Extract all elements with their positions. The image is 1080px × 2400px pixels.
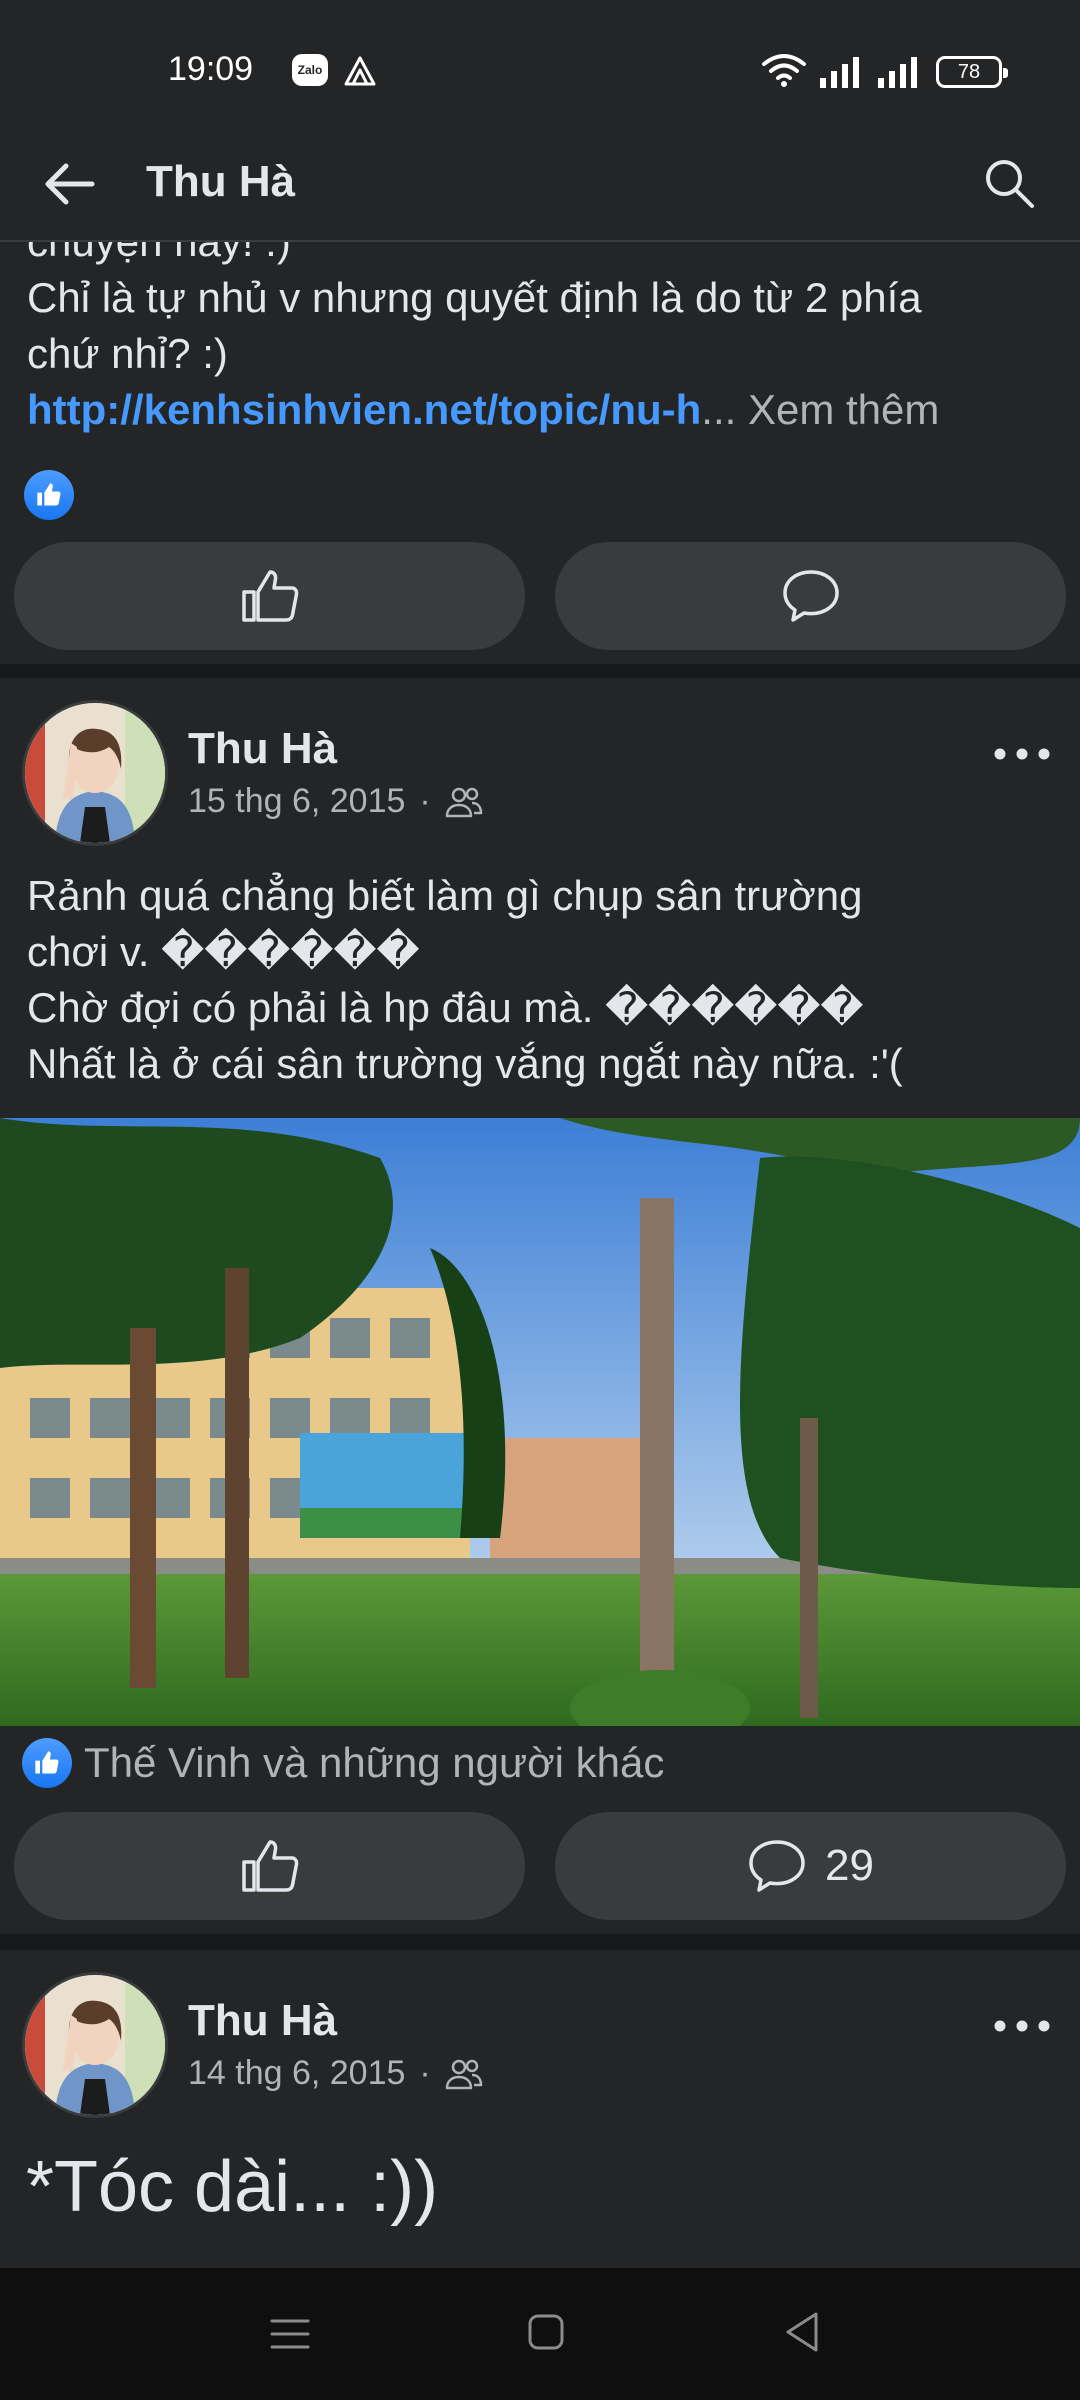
avatar[interactable] (22, 700, 168, 846)
battery-indicator: 78 (936, 56, 1008, 88)
back-triangle-icon[interactable] (780, 2308, 824, 2356)
post-link[interactable]: http://kenhsinhvien.net/topic/nu-h (27, 386, 701, 433)
home-icon[interactable] (524, 2310, 568, 2354)
like-reaction-badge (22, 1738, 72, 1788)
post-text-line: chứ nhỉ? :) (27, 330, 228, 377)
post-author[interactable]: Thu Hà (188, 724, 337, 774)
post-text-line: Chỉ là tự nhủ v nhưng quyết định là do t… (27, 274, 922, 321)
screen: 19:09 Zalo 78 Thu Hà Chỉ là tự nhủ v như… (0, 0, 1080, 2400)
thumbs-up-icon (35, 1751, 59, 1774)
thumbs-up-icon (241, 1840, 298, 1892)
status-time: 19:09 (168, 50, 254, 88)
meta-separator: · (419, 782, 431, 820)
thumbs-up-icon (37, 483, 61, 506)
thumbs-up-icon (241, 570, 298, 622)
status-bar: 19:09 Zalo 78 (0, 0, 1080, 130)
ellipsis-icon[interactable] (992, 744, 1052, 764)
post-card: Thu Hà 15 thg 6, 2015 · Rảnh quá chẳng b… (0, 678, 1080, 1934)
comment-button[interactable] (555, 542, 1066, 650)
like-reaction-badge[interactable] (24, 470, 74, 520)
post-date[interactable]: 14 thg 6, 2015 (188, 2054, 405, 2093)
cellular-signal-icon (820, 57, 859, 88)
page-title: Thu Hà (146, 157, 296, 206)
post-date[interactable]: 15 thg 6, 2015 (188, 782, 405, 821)
link-ellipsis: ... (701, 386, 737, 433)
post-divider (0, 664, 1080, 678)
like-button[interactable] (14, 542, 525, 650)
post-card: Thu Hà 14 thg 6, 2015 · *Tóc dài... :)) (0, 1950, 1080, 2268)
post-text: *Tóc dài... :)) (26, 2147, 439, 2227)
post-card: chuyện này! :) Chỉ là tự nhủ v nhưng quy… (0, 242, 1080, 664)
speech-bubble-icon (782, 570, 839, 622)
post-text: Rảnh quá chẳng biết làm gì chụp sân trườ… (0, 868, 1080, 1092)
recent-apps-icon[interactable] (268, 2312, 312, 2356)
post-photo[interactable] (0, 1118, 1080, 1726)
meta-separator: · (419, 2054, 431, 2092)
friends-icon (445, 787, 482, 817)
post-text-line: Nhất là ở cái sân trường vắng ngắt này n… (27, 1040, 903, 1087)
ellipsis-icon[interactable] (992, 2016, 1052, 2036)
post-text-line: Chờ đợi có phải là hp đâu mà. ������ (27, 984, 864, 1031)
notification-app-icon (344, 56, 376, 86)
reactions-text: Thế Vinh và những người khác (84, 1739, 665, 1786)
post-text-line: chuyện này! :) (27, 242, 1053, 270)
arrow-left-icon[interactable] (38, 152, 102, 216)
comment-count: 29 (825, 1841, 874, 1890)
speech-bubble-icon (749, 1840, 805, 1892)
post-text-line: Rảnh quá chẳng biết làm gì chụp sân trườ… (27, 872, 863, 919)
wifi-icon (762, 54, 806, 87)
post-meta: 14 thg 6, 2015 · (188, 2054, 483, 2093)
reactions-summary[interactable]: Thế Vinh và những người khác (22, 1738, 664, 1788)
app-header: Thu Hà (0, 130, 1080, 242)
post-text: chuyện này! :) Chỉ là tự nhủ v nhưng quy… (0, 242, 1080, 438)
see-more-link[interactable]: Xem thêm (748, 386, 939, 433)
post-meta: 15 thg 6, 2015 · (188, 782, 483, 821)
search-icon[interactable] (978, 152, 1042, 216)
post-actions: 29 (14, 1812, 1066, 1920)
post-link-line: http://kenhsinhvien.net/topic/nu-h... Xe… (27, 382, 1053, 438)
profile-photo (25, 703, 165, 843)
comment-button[interactable]: 29 (555, 1812, 1066, 1920)
zalo-notification-icon: Zalo (292, 54, 328, 86)
system-nav-bar (0, 2268, 1080, 2400)
like-button[interactable] (14, 1812, 525, 1920)
schoolyard-photo (0, 1118, 1080, 1726)
cellular-signal-icon (878, 57, 917, 88)
post-text-line: chơi v. ������ (27, 928, 420, 975)
avatar[interactable] (22, 1972, 168, 2118)
post-actions (14, 542, 1066, 650)
friends-icon (445, 2059, 482, 2089)
post-author[interactable]: Thu Hà (188, 1996, 337, 2046)
profile-photo (25, 1975, 165, 2115)
post-divider (0, 1934, 1080, 1950)
